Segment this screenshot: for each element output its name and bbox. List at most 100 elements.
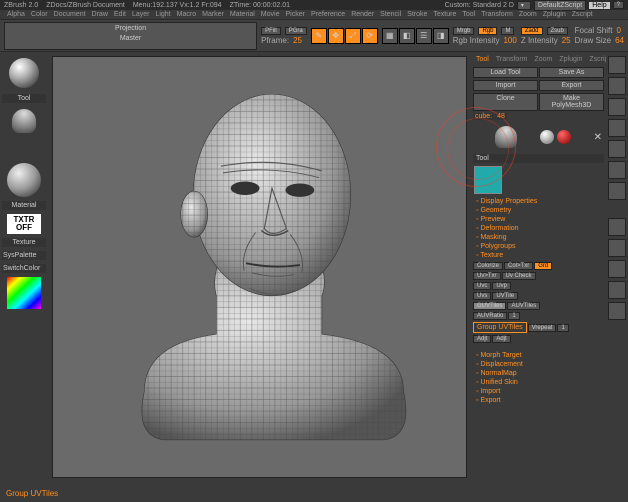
menu-material[interactable]: Material (227, 11, 258, 18)
menu-preference[interactable]: Preference (308, 11, 348, 18)
viewport[interactable] (52, 56, 467, 478)
menu-zplugin[interactable]: Zplugin (540, 11, 569, 18)
colorize-chip[interactable]: Colorize (473, 262, 503, 270)
zadd-chip[interactable]: Zadd (521, 27, 543, 35)
menu-stencil[interactable]: Stencil (377, 11, 404, 18)
coltxr-chip[interactable]: Col>Txr (504, 262, 533, 270)
dock-btn-scale[interactable] (608, 239, 626, 257)
menu-edit[interactable]: Edit (111, 11, 129, 18)
menu-movie[interactable]: Movie (258, 11, 283, 18)
close-x-icon[interactable]: ✕ (594, 132, 602, 143)
edit-icon-2[interactable]: ◧ (399, 28, 415, 44)
menu-tool[interactable]: Tool (459, 11, 478, 18)
draw-mode-icon[interactable]: ✎ (311, 28, 327, 44)
tab-tool[interactable]: Tool (473, 55, 492, 64)
uvtile-chip[interactable]: UVTile (492, 292, 518, 300)
dock-btn-4[interactable] (608, 119, 626, 137)
tab-zplugin[interactable]: Zplugin (556, 55, 585, 64)
dock-btn-7[interactable] (608, 182, 626, 200)
menu-layer[interactable]: Layer (129, 11, 153, 18)
dock-btn-1[interactable] (608, 56, 626, 74)
color-picker[interactable] (7, 277, 41, 309)
rgb-chip[interactable]: Rgb (478, 27, 497, 35)
section-preview[interactable]: Preview (473, 215, 604, 224)
section-geometry[interactable]: Geometry (473, 206, 604, 215)
edit-icon-3[interactable]: ☰ (416, 28, 432, 44)
section-unified-skin[interactable]: Unified Skin (473, 378, 604, 387)
group-uvtiles-button[interactable]: Group UVTiles (473, 322, 527, 333)
section-import[interactable]: Import (473, 387, 604, 396)
uvcheck-chip[interactable]: Uv Check (502, 272, 536, 280)
section-polygroups[interactable]: Polygroups (473, 242, 604, 251)
section-texture[interactable]: Texture (473, 251, 604, 260)
menu-color[interactable]: Color (28, 11, 51, 18)
export-button[interactable]: Export (539, 80, 604, 91)
dock-btn-move[interactable] (608, 218, 626, 236)
tab-transform[interactable]: Transform (493, 55, 531, 64)
section-morph-target[interactable]: Morph Target (473, 351, 604, 360)
menu-draw[interactable]: Draw (89, 11, 111, 18)
vrepeat-value[interactable]: 1 (557, 324, 568, 332)
dock-btn-2[interactable] (608, 77, 626, 95)
auvtiles-chip[interactable]: AUVTiles (507, 302, 540, 310)
load-tool-button[interactable]: Load Tool (473, 67, 538, 78)
menu-zscript[interactable]: Zscript (569, 11, 596, 18)
m-chip[interactable]: M (501, 27, 514, 35)
tab-zoom[interactable]: Zoom (531, 55, 555, 64)
section-displacement[interactable]: Displacement (473, 360, 604, 369)
vrepeat-chip[interactable]: Vrepeat (528, 324, 557, 332)
auvratio-value[interactable]: 1 (508, 312, 519, 320)
menu-zoom[interactable]: Zoom (516, 11, 540, 18)
menu-stroke[interactable]: Stroke (404, 11, 430, 18)
dock-btn-frame[interactable] (608, 302, 626, 320)
edit-icon-4[interactable]: ◨ (433, 28, 449, 44)
help-button[interactable]: Help (589, 2, 609, 9)
menu-texture[interactable]: Texture (430, 11, 459, 18)
mrgb-chip[interactable]: Mrgb (453, 27, 475, 35)
uvc-chip[interactable]: Uvc (473, 282, 491, 290)
brush-preview[interactable] (12, 109, 36, 133)
section-normalmap[interactable]: NormalMap (473, 369, 604, 378)
section-display-properties[interactable]: Display Properties (473, 197, 604, 206)
dock-btn-6[interactable] (608, 161, 626, 179)
scale-mode-icon[interactable]: ⤢ (345, 28, 361, 44)
material-sphere[interactable] (7, 163, 41, 197)
guvtiles-chip[interactable]: GUVTiles (473, 302, 506, 310)
pgra-chip[interactable]: PGra (285, 27, 307, 35)
adj1-chip[interactable]: Adjt (473, 335, 491, 343)
edit-icon-1[interactable]: ▦ (382, 28, 398, 44)
panel-red-sphere-icon[interactable] (557, 130, 571, 144)
menu-render[interactable]: Render (348, 11, 377, 18)
section-masking[interactable]: Masking (473, 233, 604, 242)
auvratio-chip[interactable]: AUVRatio (473, 312, 507, 320)
txtr-off-button[interactable]: TXTR OFF (7, 214, 41, 234)
syspalette-button[interactable]: SysPalette (2, 251, 46, 260)
section-deformation[interactable]: Deformation (473, 224, 604, 233)
menu-marker[interactable]: Marker (199, 11, 227, 18)
panel-sphere-icon[interactable] (540, 130, 554, 144)
menu-alpha[interactable]: Alpha (4, 11, 28, 18)
move-mode-icon[interactable]: ✥ (328, 28, 344, 44)
uvtxr-chip[interactable]: Uv>Txr (473, 272, 501, 280)
menu-document[interactable]: Document (51, 11, 89, 18)
custom-dropdown-icon[interactable]: ▾ (517, 1, 531, 10)
alpha-sphere[interactable] (9, 58, 39, 88)
help-dropdown-icon[interactable]: ? (613, 1, 624, 9)
projection-master-button[interactable]: Projection Master (4, 22, 257, 50)
dock-btn-rotate[interactable] (608, 260, 626, 278)
grd-chip[interactable]: Grd (534, 262, 552, 270)
dock-btn-5[interactable] (608, 140, 626, 158)
make-polymesh-button[interactable]: Make PolyMesh3D (539, 93, 604, 111)
dock-btn-zoom[interactable] (608, 281, 626, 299)
switchcolor-button[interactable]: SwitchColor (2, 264, 46, 273)
import-button[interactable]: Import (473, 80, 538, 91)
pfill-chip[interactable]: PFill (261, 27, 281, 35)
menu-transform[interactable]: Transform (478, 11, 516, 18)
menu-light[interactable]: Light (152, 11, 173, 18)
adj2-chip[interactable]: Adjt (492, 335, 510, 343)
dock-btn-3[interactable] (608, 98, 626, 116)
rotate-mode-icon[interactable]: ⟳ (362, 28, 378, 44)
menu-macro[interactable]: Macro (174, 11, 199, 18)
zsub-chip[interactable]: Zsub (547, 27, 568, 35)
uvp-chip[interactable]: Uvp (492, 282, 511, 290)
